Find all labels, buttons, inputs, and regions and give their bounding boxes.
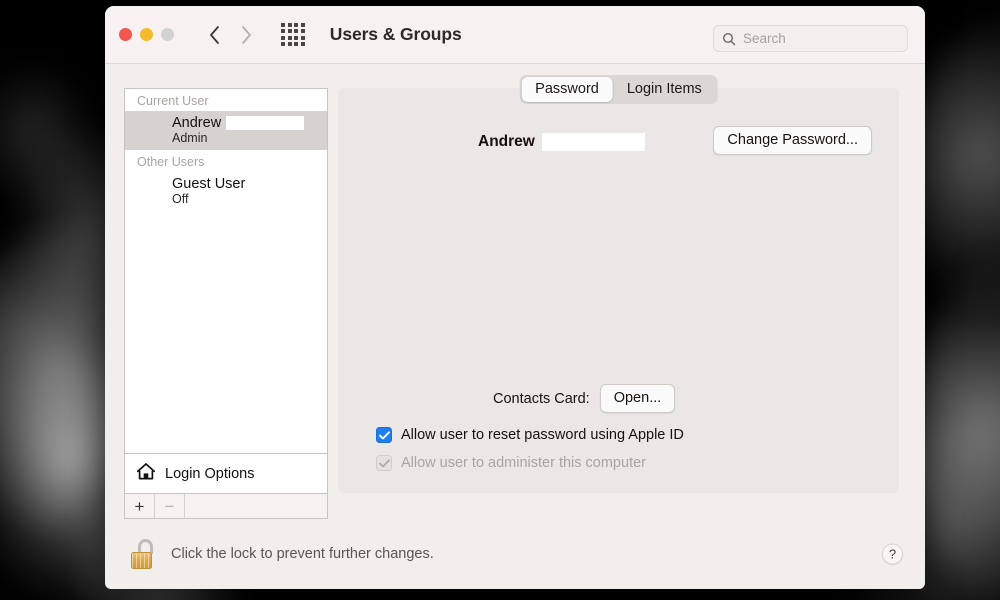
remove-user-button: − bbox=[155, 494, 185, 518]
window-toolbar: Users & Groups bbox=[105, 6, 925, 64]
redacted-last-name bbox=[541, 133, 645, 151]
traffic-lights bbox=[119, 28, 174, 41]
help-button[interactable]: ? bbox=[882, 543, 903, 565]
system-preferences-window: Users & Groups Current User bbox=[105, 6, 925, 589]
users-sidebar: Current User Andrew Admin Other Users Gu… bbox=[124, 88, 328, 519]
user-add-remove-bar: + − bbox=[124, 493, 328, 519]
back-chevron-icon[interactable] bbox=[207, 24, 222, 46]
user-name: Andrew bbox=[172, 115, 305, 131]
user-role: Admin bbox=[172, 131, 208, 146]
checkbox-administer-computer bbox=[376, 455, 392, 471]
checkbox-reset-password[interactable] bbox=[376, 427, 392, 443]
contacts-card-label: Contacts Card: bbox=[493, 390, 590, 407]
search-icon bbox=[722, 32, 736, 45]
search-field[interactable] bbox=[713, 25, 908, 52]
checkbox-label-administer: Allow user to administer this computer bbox=[401, 455, 646, 471]
tab-password[interactable]: Password bbox=[521, 77, 613, 102]
account-full-name: Andrew bbox=[478, 133, 645, 151]
account-options: Contacts Card: Open... Allow user to res… bbox=[338, 384, 899, 471]
checkmark-icon bbox=[378, 458, 390, 467]
user-name-text: Andrew bbox=[172, 115, 222, 131]
group-header-other-users: Other Users bbox=[125, 150, 327, 173]
login-options-label: Login Options bbox=[165, 465, 255, 482]
checkbox-row-reset-password[interactable]: Allow user to reset password using Apple… bbox=[338, 427, 899, 443]
user-row-andrew[interactable]: Andrew Admin bbox=[125, 111, 327, 151]
page-title: Users & Groups bbox=[329, 24, 462, 44]
contacts-card-row: Contacts Card: Open... bbox=[338, 384, 899, 413]
account-avatar[interactable] bbox=[371, 116, 451, 196]
open-contacts-card-button[interactable]: Open... bbox=[599, 384, 676, 413]
checkmark-icon bbox=[378, 430, 390, 439]
desktop-background: Users & Groups Current User bbox=[0, 0, 1000, 600]
group-header-current-user: Current User bbox=[125, 89, 327, 111]
addremove-spacer bbox=[185, 494, 327, 518]
lock-instruction-text: Click the lock to prevent further change… bbox=[171, 546, 434, 562]
account-detail-panel: Password Login Items Andrew Change Passw… bbox=[338, 75, 899, 493]
checkbox-row-administer: Allow user to administer this computer bbox=[338, 455, 899, 471]
close-button[interactable] bbox=[119, 28, 132, 41]
change-password-button[interactable]: Change Password... bbox=[713, 126, 872, 155]
home-icon bbox=[136, 462, 156, 486]
minimize-button[interactable] bbox=[140, 28, 153, 41]
account-first-name: Andrew bbox=[478, 133, 535, 150]
navigation-arrows bbox=[207, 24, 254, 46]
search-input[interactable] bbox=[743, 31, 899, 46]
avatar bbox=[136, 178, 163, 205]
unlocked-padlock-icon[interactable] bbox=[131, 539, 155, 569]
user-name-text: Guest User bbox=[172, 176, 246, 193]
tab-bar: Password Login Items bbox=[519, 75, 718, 104]
lock-bar: Click the lock to prevent further change… bbox=[105, 519, 925, 589]
checkbox-label-reset-password: Allow user to reset password using Apple… bbox=[401, 427, 684, 443]
tab-login-items[interactable]: Login Items bbox=[613, 77, 716, 102]
avatar bbox=[136, 117, 163, 144]
forward-chevron-icon[interactable] bbox=[239, 24, 254, 46]
show-all-preferences-icon[interactable] bbox=[281, 22, 305, 47]
smoke-wisp bbox=[0, 60, 100, 210]
sidebar-item-login-options[interactable]: Login Options bbox=[124, 453, 328, 493]
window-body: Current User Andrew Admin Other Users Gu… bbox=[105, 64, 925, 519]
zoom-button[interactable] bbox=[161, 28, 174, 41]
user-list: Current User Andrew Admin Other Users Gu… bbox=[124, 88, 328, 453]
redacted-last-name bbox=[226, 116, 305, 131]
user-role: Off bbox=[172, 192, 189, 207]
add-user-button[interactable]: + bbox=[125, 494, 155, 518]
user-row-guest-user[interactable]: Guest User Off bbox=[125, 172, 327, 212]
user-name: Guest User bbox=[172, 176, 245, 192]
